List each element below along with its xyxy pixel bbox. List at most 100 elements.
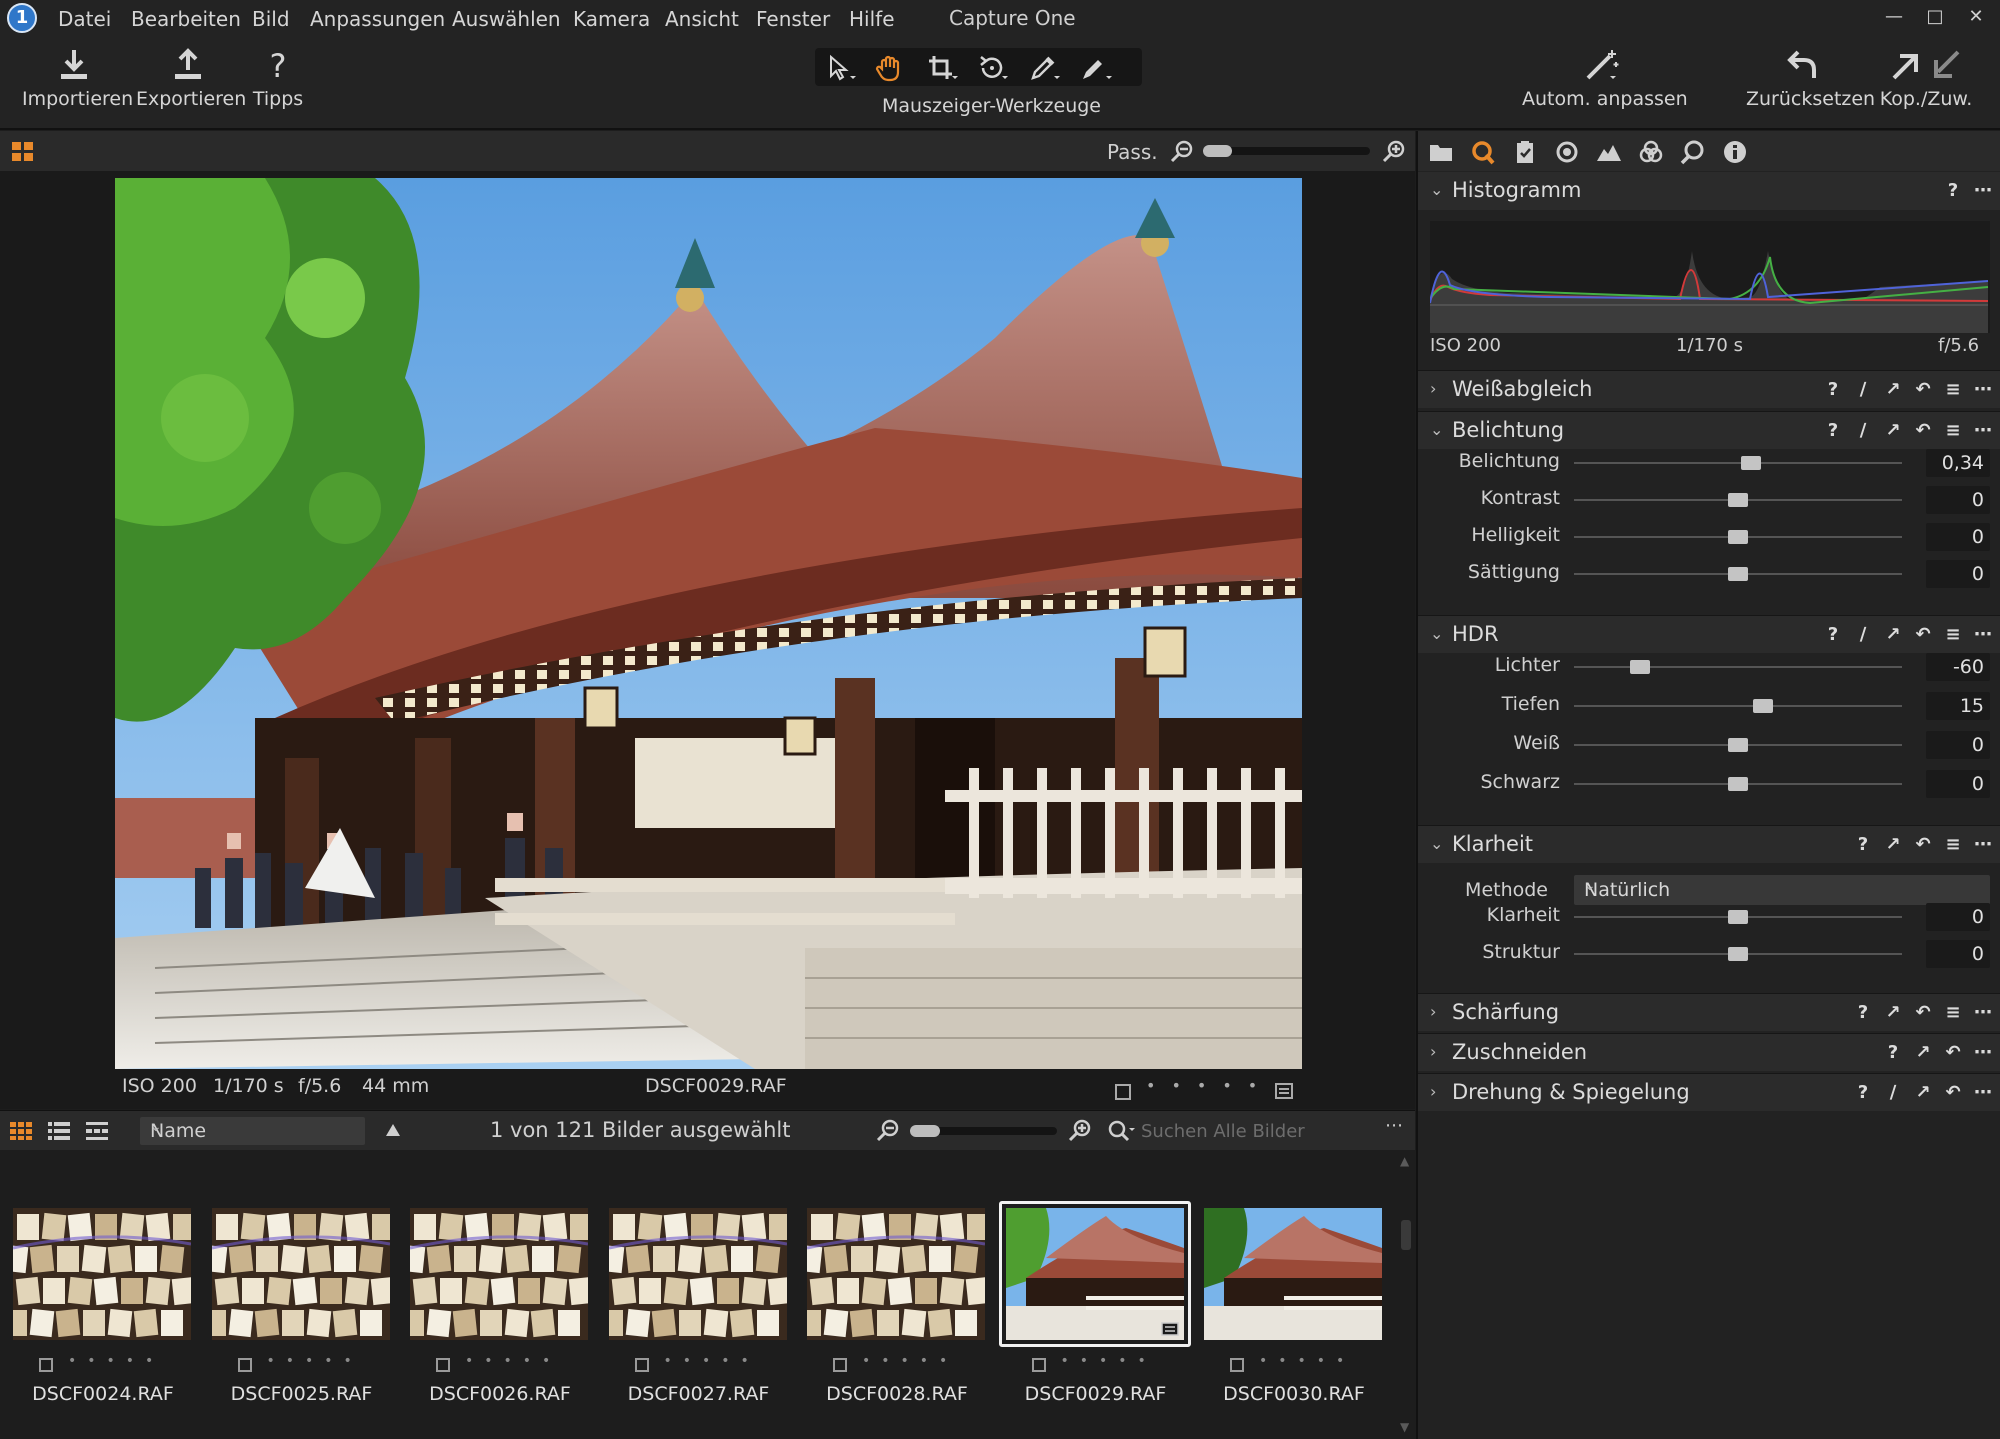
slider-value-field[interactable]: 0 xyxy=(1926,770,1990,798)
browser-scrollbar-thumb[interactable] xyxy=(1401,1220,1411,1250)
slider-handle[interactable] xyxy=(1728,493,1748,507)
slider-track[interactable] xyxy=(1574,705,1902,707)
slider-value-field[interactable]: 0 xyxy=(1926,523,1990,551)
color-circles-icon[interactable] xyxy=(1638,139,1664,165)
thumbnail-rating[interactable]: ••••• xyxy=(1259,1353,1355,1369)
clarity-method-dropdown[interactable]: Natürlich ⌄ xyxy=(1574,875,1990,905)
thumbnail-checkbox[interactable] xyxy=(1031,1358,1046,1372)
help-icon[interactable]: ? xyxy=(1824,380,1842,400)
thumbnail-rating[interactable]: ••••• xyxy=(465,1353,561,1369)
zoom-in-icon[interactable] xyxy=(1382,140,1406,164)
thumbnail-image[interactable] xyxy=(410,1208,588,1340)
import-button[interactable]: Importieren xyxy=(22,48,133,110)
section-exposure[interactable]: ⌄ Belichtung ? ∕ ↗ ↶ ≡ ⋯ xyxy=(1418,411,2000,449)
auto-adjust-icon[interactable]: ∕ xyxy=(1854,380,1872,400)
slider-value-field[interactable]: 0 xyxy=(1926,903,1990,931)
more-options-icon[interactable]: ⋯ xyxy=(1974,1003,1992,1023)
info-icon[interactable] xyxy=(1722,139,1748,165)
slider-handle[interactable] xyxy=(1728,947,1748,961)
slider-value-field[interactable]: 0 xyxy=(1926,731,1990,759)
thumbnail-checkbox[interactable] xyxy=(1230,1358,1244,1372)
help-icon[interactable]: ? xyxy=(1824,421,1842,441)
thumbnail-checkbox[interactable] xyxy=(39,1358,53,1372)
list-view-icon[interactable] xyxy=(48,1122,70,1140)
slider-track[interactable] xyxy=(1574,666,1902,668)
thumbnail-image[interactable] xyxy=(13,1208,191,1340)
presets-menu-icon[interactable]: ≡ xyxy=(1944,421,1962,441)
slider-value-field[interactable]: 15 xyxy=(1926,692,1990,720)
copy-apply-icon[interactable]: ↗ xyxy=(1914,1083,1932,1103)
auto-adjust-icon[interactable]: ∕ xyxy=(1854,625,1872,645)
viewer-zoom-slider-handle[interactable] xyxy=(1203,145,1233,157)
minimize-button[interactable]: — xyxy=(1881,6,1907,30)
more-options-icon[interactable]: ⋯ xyxy=(1974,625,1992,645)
sort-direction-icon[interactable] xyxy=(385,1123,401,1137)
thumbnail-rating[interactable]: ••••• xyxy=(862,1353,958,1369)
slider-value-field[interactable]: 0,34 xyxy=(1926,449,1990,477)
reset-icon[interactable]: ↶ xyxy=(1944,1043,1962,1063)
help-icon[interactable]: ? xyxy=(1854,835,1872,855)
thumb-size-smaller-icon[interactable] xyxy=(876,1119,900,1143)
menu-fenster[interactable]: Fenster xyxy=(756,7,830,31)
viewer-grid-icon[interactable] xyxy=(12,142,34,162)
copy-apply-icon[interactable]: ↗ xyxy=(1884,421,1902,441)
thumbnail-checkbox[interactable] xyxy=(833,1358,847,1372)
more-options-icon[interactable]: ⋯ xyxy=(1974,1043,1992,1063)
slider-handle[interactable] xyxy=(1728,910,1748,924)
help-icon[interactable]: ? xyxy=(1854,1083,1872,1103)
copy-apply-icon[interactable]: ↗ xyxy=(1914,1043,1932,1063)
zoom-fit-label[interactable]: Pass. xyxy=(1107,140,1158,164)
clipboard-icon[interactable] xyxy=(1512,139,1538,165)
slider-value-field[interactable]: -60 xyxy=(1926,653,1990,681)
main-image[interactable] xyxy=(115,178,1302,1069)
auto-adjust-icon[interactable]: ∕ xyxy=(1884,1083,1902,1103)
thumbnail-checkbox[interactable] xyxy=(237,1358,252,1372)
thumbnail-image[interactable] xyxy=(608,1208,787,1340)
reset-button[interactable]: Zurücksetzen xyxy=(1746,48,1875,110)
slider-handle[interactable] xyxy=(1728,530,1748,544)
thumbnail-image[interactable] xyxy=(1005,1208,1184,1340)
slider-handle[interactable] xyxy=(1728,738,1748,752)
more-options-icon[interactable]: ⋯ xyxy=(1974,181,1992,201)
close-button[interactable]: ✕ xyxy=(1963,6,1989,30)
thumb-size-slider-handle[interactable] xyxy=(910,1125,941,1137)
section-white-balance[interactable]: › Weißabgleich ? ∕ ↗ ↶ ≡ ⋯ xyxy=(1418,370,2000,408)
copy-apply-icon[interactable]: ↗ xyxy=(1884,625,1902,645)
exposure-mountain-icon[interactable] xyxy=(1596,139,1622,165)
slider-handle[interactable] xyxy=(1728,777,1748,791)
lens-circle-icon[interactable] xyxy=(1554,139,1580,165)
pan-hand-icon[interactable] xyxy=(873,54,907,82)
thumbnail-image[interactable] xyxy=(1204,1208,1382,1340)
reset-icon[interactable]: ↶ xyxy=(1914,1003,1932,1023)
details-search-icon[interactable] xyxy=(1680,139,1706,165)
reset-icon[interactable]: ↶ xyxy=(1914,421,1932,441)
color-picker-icon[interactable] xyxy=(1027,54,1061,82)
menu-bild[interactable]: Bild xyxy=(252,7,290,31)
help-icon[interactable]: ? xyxy=(1884,1043,1902,1063)
thumbnail-checkbox[interactable] xyxy=(634,1358,649,1372)
thumbnail-rating[interactable]: ••••• xyxy=(664,1353,760,1369)
presets-menu-icon[interactable]: ≡ xyxy=(1944,625,1962,645)
slider-handle[interactable] xyxy=(1741,456,1762,470)
crop-icon[interactable] xyxy=(925,54,959,82)
copy-apply-icon[interactable]: ↗ xyxy=(1884,1003,1902,1023)
slider-handle[interactable] xyxy=(1752,699,1773,713)
grid-view-icon[interactable] xyxy=(10,1122,32,1140)
select-arrow-icon[interactable] xyxy=(825,54,859,82)
menu-auswaehlen[interactable]: Auswählen xyxy=(452,7,561,31)
slider-value-field[interactable]: 0 xyxy=(1926,560,1990,588)
section-crop[interactable]: › Zuschneiden ? ↗ ↶ ⋯ xyxy=(1418,1033,2000,1071)
section-histogram[interactable]: ⌄ Histogramm ? ⋯ xyxy=(1418,172,2000,210)
help-icon[interactable]: ? xyxy=(1944,181,1962,201)
reset-icon[interactable]: ↶ xyxy=(1914,380,1932,400)
reset-icon[interactable]: ↶ xyxy=(1914,625,1932,645)
reset-icon[interactable]: ↶ xyxy=(1914,835,1932,855)
maximize-button[interactable]: □ xyxy=(1922,6,1948,30)
library-folder-icon[interactable] xyxy=(1428,139,1454,165)
slider-handle[interactable] xyxy=(1728,567,1748,581)
menu-hilfe[interactable]: Hilfe xyxy=(849,7,895,31)
copy-apply-icon[interactable]: ↗ xyxy=(1884,380,1902,400)
auto-adjust-icon[interactable]: ∕ xyxy=(1854,421,1872,441)
menu-anpassungen[interactable]: Anpassungen xyxy=(310,7,445,31)
slider-track[interactable] xyxy=(1574,462,1902,464)
